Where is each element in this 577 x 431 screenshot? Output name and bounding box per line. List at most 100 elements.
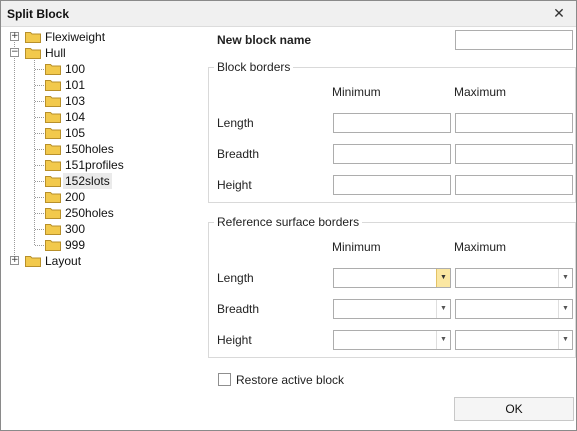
ref-length-label: Length (217, 271, 254, 285)
folder-icon (45, 80, 61, 91)
tree-item-label: 150holes (65, 142, 114, 156)
tree-item-label: 200 (65, 190, 86, 204)
block-length-max-input[interactable] (455, 113, 573, 133)
block-height-min-input[interactable] (333, 175, 451, 195)
folder-icon (45, 64, 61, 75)
tree-item-label: 250holes (65, 206, 114, 220)
tree-connector (35, 133, 44, 134)
folder-icon (45, 176, 61, 187)
dropdown-arrow-icon[interactable]: ▼ (436, 300, 450, 318)
ref-borders-max-header: Maximum (454, 240, 507, 254)
tree-item-flexiweight[interactable]: + Flexiweight (5, 29, 205, 45)
ref-height-label: Height (217, 333, 252, 347)
ref-breadth-max-combo[interactable]: ▼ (455, 299, 573, 319)
tree-connector (35, 181, 44, 182)
tree-item-label: 300 (65, 222, 86, 236)
tree-item-250holes[interactable]: 250holes (5, 205, 205, 221)
tree-item-label: 103 (65, 94, 86, 108)
tree-connector (35, 149, 44, 150)
folder-icon (45, 144, 61, 155)
tree-item-label: 100 (65, 62, 86, 76)
tree-item-100[interactable]: 100 (5, 61, 205, 77)
folder-icon (45, 96, 61, 107)
block-breadth-label: Breadth (217, 147, 260, 161)
reference-surface-borders-title: Reference surface borders (214, 215, 363, 229)
ref-length-max-combo[interactable]: ▼ (455, 268, 573, 288)
tree-item-layout[interactable]: + Layout (5, 253, 205, 269)
title-bar: Split Block ✕ (1, 1, 576, 27)
split-block-dialog: Split Block ✕ + Flexiweight − Hull 100 1… (0, 0, 577, 431)
tree-item-label: 151profiles (65, 158, 124, 172)
ref-height-max-combo[interactable]: ▼ (455, 330, 573, 350)
block-tree: + Flexiweight − Hull 100 101 103 104 105… (5, 29, 205, 429)
tree-item-label: 105 (65, 126, 86, 140)
tree-item-hull[interactable]: − Hull (5, 45, 205, 61)
tree-item-label: Flexiweight (45, 30, 106, 44)
tree-item-103[interactable]: 103 (5, 93, 205, 109)
tree-connector (35, 101, 44, 102)
restore-active-block-label[interactable]: Restore active block (236, 373, 344, 387)
dropdown-arrow-icon[interactable]: ▼ (436, 331, 450, 349)
folder-icon (45, 192, 61, 203)
ref-height-min-combo[interactable]: ▼ (333, 330, 451, 350)
folder-icon (45, 240, 61, 251)
tree-connector (35, 117, 44, 118)
folder-icon (45, 112, 61, 123)
tree-item-200[interactable]: 200 (5, 189, 205, 205)
close-icon[interactable]: ✕ (550, 4, 568, 22)
block-borders-max-header: Maximum (454, 85, 507, 99)
block-breadth-min-input[interactable] (333, 144, 451, 164)
ref-breadth-label: Breadth (217, 302, 260, 316)
tree-item-152slots[interactable]: 152slots (5, 173, 205, 189)
restore-active-block-checkbox[interactable] (218, 373, 231, 386)
ref-breadth-min-combo[interactable]: ▼ (333, 299, 451, 319)
tree-item-151profiles[interactable]: 151profiles (5, 157, 205, 173)
tree-connector (35, 165, 44, 166)
ok-button[interactable]: OK (454, 397, 574, 421)
block-length-min-input[interactable] (333, 113, 451, 133)
block-borders-min-header: Minimum (332, 85, 381, 99)
folder-icon (45, 160, 61, 171)
folder-icon (45, 208, 61, 219)
folder-icon (45, 128, 61, 139)
tree-item-label: 999 (65, 238, 86, 252)
tree-item-label: Hull (45, 46, 66, 60)
tree-item-101[interactable]: 101 (5, 77, 205, 93)
dropdown-arrow-icon[interactable]: ▼ (558, 269, 572, 287)
new-block-name-input[interactable] (455, 30, 573, 50)
tree-connector (35, 85, 44, 86)
block-borders-title: Block borders (214, 60, 294, 74)
dropdown-arrow-icon[interactable]: ▼ (558, 300, 572, 318)
collapse-icon[interactable]: − (10, 48, 19, 57)
tree-item-label-selected: 152slots (63, 173, 112, 189)
expand-icon[interactable]: + (10, 32, 19, 41)
block-breadth-max-input[interactable] (455, 144, 573, 164)
tree-item-label: Layout (45, 254, 82, 268)
tree-connector (35, 197, 44, 198)
folder-icon (25, 32, 41, 43)
tree-connector (35, 229, 44, 230)
tree-item-104[interactable]: 104 (5, 109, 205, 125)
tree-connector (35, 69, 44, 70)
folder-icon (25, 48, 41, 59)
ref-length-min-combo[interactable]: ▼ (333, 268, 451, 288)
tree-connector (35, 245, 44, 246)
tree-item-150holes[interactable]: 150holes (5, 141, 205, 157)
block-length-label: Length (217, 116, 254, 130)
tree-connector (35, 213, 44, 214)
block-height-max-input[interactable] (455, 175, 573, 195)
block-height-label: Height (217, 178, 252, 192)
folder-icon (25, 256, 41, 267)
tree-item-105[interactable]: 105 (5, 125, 205, 141)
tree-item-label: 104 (65, 110, 86, 124)
ref-borders-min-header: Minimum (332, 240, 381, 254)
new-block-name-label: New block name (217, 33, 312, 47)
folder-icon (45, 224, 61, 235)
tree-item-999[interactable]: 999 (5, 237, 205, 253)
tree-item-300[interactable]: 300 (5, 221, 205, 237)
dropdown-arrow-icon[interactable]: ▼ (436, 269, 450, 287)
dropdown-arrow-icon[interactable]: ▼ (558, 331, 572, 349)
expand-icon[interactable]: + (10, 256, 19, 265)
window-title: Split Block (7, 7, 70, 21)
tree-item-label: 101 (65, 78, 86, 92)
